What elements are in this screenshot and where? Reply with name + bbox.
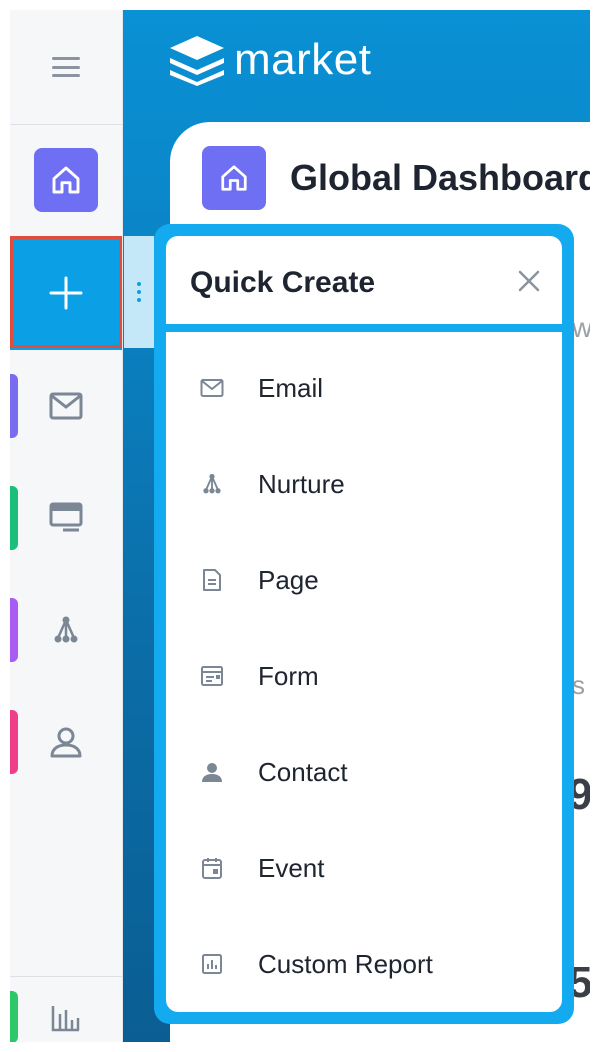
item-label: Email xyxy=(258,372,324,403)
dashboard-header: Global Dashboard xyxy=(202,146,590,210)
item-label: Contact xyxy=(258,756,348,787)
rail-accent-bar xyxy=(10,598,18,662)
item-label: Form xyxy=(258,660,319,691)
rail-accent-bar xyxy=(10,710,18,774)
rail-item-reports[interactable] xyxy=(10,991,122,1042)
contact-icon xyxy=(166,760,258,784)
bar-chart-icon xyxy=(51,1006,80,1032)
item-label: Event xyxy=(258,852,325,883)
quick-create-header: Quick Create xyxy=(166,236,562,332)
rail-item-nurture[interactable] xyxy=(10,598,122,662)
nurture-icon xyxy=(166,472,258,496)
form-icon xyxy=(166,665,258,687)
item-label: Custom Report xyxy=(258,948,433,979)
item-label: Nurture xyxy=(258,468,345,499)
quick-create-item-event[interactable]: Event xyxy=(166,820,562,916)
rail-accent-bar xyxy=(10,991,18,1042)
hamburger-icon xyxy=(52,57,80,77)
page-icon xyxy=(166,568,258,592)
contact-icon xyxy=(50,727,82,758)
quick-create-item-page[interactable]: Page xyxy=(166,532,562,628)
home-icon xyxy=(52,166,80,194)
quick-create-item-contact[interactable]: Contact xyxy=(166,724,562,820)
quick-create-item-email[interactable]: Email xyxy=(166,340,562,436)
quick-create-item-form[interactable]: Form xyxy=(166,628,562,724)
email-icon xyxy=(49,392,83,420)
rail-item-contacts[interactable] xyxy=(10,710,122,774)
rail-item-page[interactable] xyxy=(10,486,122,550)
custom-report-icon xyxy=(166,953,258,975)
close-button[interactable] xyxy=(514,266,544,296)
item-label: Page xyxy=(258,564,319,595)
monitor-icon xyxy=(49,502,83,532)
app-logo[interactable]: market xyxy=(168,34,371,86)
rail-accent-bar xyxy=(10,486,18,550)
quick-create-list: Email Nurture Page Form Contact Event Cu… xyxy=(166,340,562,1012)
rail-item-email[interactable] xyxy=(10,374,122,438)
event-icon xyxy=(166,856,258,880)
home-icon xyxy=(202,146,266,210)
vertical-dots-icon xyxy=(137,282,141,302)
logo-stack-icon xyxy=(170,36,224,86)
close-icon xyxy=(518,270,540,292)
drag-handle[interactable] xyxy=(124,236,154,348)
app-frame: market Global Dashboard w s 9 5 Quick Cr… xyxy=(10,10,590,1042)
quick-create-item-nurture[interactable]: Nurture xyxy=(166,436,562,532)
page-title: Global Dashboard xyxy=(290,157,590,198)
plus-icon xyxy=(49,276,83,310)
quick-create-popover: Quick Create Email Nurture Page Form Con… xyxy=(154,224,574,1024)
nurture-icon xyxy=(54,616,78,643)
quick-create-button[interactable] xyxy=(10,236,122,350)
menu-button[interactable] xyxy=(10,10,122,125)
quick-create-panel: Quick Create Email Nurture Page Form Con… xyxy=(166,236,562,1012)
quick-create-title: Quick Create xyxy=(190,266,376,299)
rail-bottom-section xyxy=(10,976,122,1042)
peek-text-w: w xyxy=(572,312,590,343)
logo-text: market xyxy=(234,35,372,84)
rail-accent-bar xyxy=(10,374,18,438)
quick-create-item-custom-report[interactable]: Custom Report xyxy=(166,916,562,1012)
left-rail xyxy=(10,10,123,1042)
home-nav-button[interactable] xyxy=(34,148,98,212)
email-icon xyxy=(166,378,258,398)
